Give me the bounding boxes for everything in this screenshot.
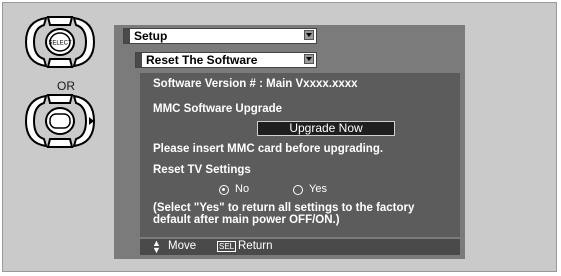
reset-software-submenu-bar[interactable]: Reset The Software [135, 52, 317, 68]
option-yes-label: Yes [309, 183, 327, 195]
footer-bar: ▲ ▼ Move SEL Return [140, 239, 460, 255]
radio-selected-icon[interactable] [219, 185, 229, 195]
radio-unselected-icon[interactable] [293, 185, 303, 195]
setup-menu-bar[interactable]: Setup [123, 28, 317, 44]
sel-key-icon: SEL [217, 241, 237, 252]
submenu-tab-marker [136, 53, 142, 67]
reset-tv-settings-label: Reset TV Settings [153, 164, 251, 176]
dropdown-arrow-icon[interactable] [304, 30, 314, 40]
setup-menu-label: Setup [134, 29, 168, 43]
software-version-text: Software Version # : Main Vxxxx.xxxx [153, 78, 358, 90]
menu-tab-marker [124, 29, 130, 43]
submenu-label: Reset The Software [146, 53, 258, 67]
insert-card-note: Please insert MMC card before upgrading. [153, 143, 384, 155]
return-label: Return [238, 240, 273, 252]
up-down-arrows-icon: ▲ ▼ [152, 238, 161, 255]
dropdown-arrow-icon[interactable] [304, 54, 314, 64]
upgrade-now-button[interactable]: Upgrade Now [257, 121, 395, 136]
reset-note-line-1: (Select "Yes" to return all settings to … [153, 202, 415, 214]
select-button-remote-icon: SELECT [24, 16, 96, 68]
svg-text:SELECT: SELECT [48, 41, 72, 47]
reset-note-line-2: default after main power OFF/ON.) [153, 214, 340, 226]
move-label: Move [168, 240, 197, 252]
option-no-label: No [235, 183, 250, 195]
mmc-upgrade-label: MMC Software Upgrade [153, 103, 283, 115]
joystick-remote-icon [24, 94, 96, 148]
or-label: OR [57, 79, 75, 93]
instruction-frame: SELECT OR Setup Reset The Software Softw… [2, 2, 557, 272]
